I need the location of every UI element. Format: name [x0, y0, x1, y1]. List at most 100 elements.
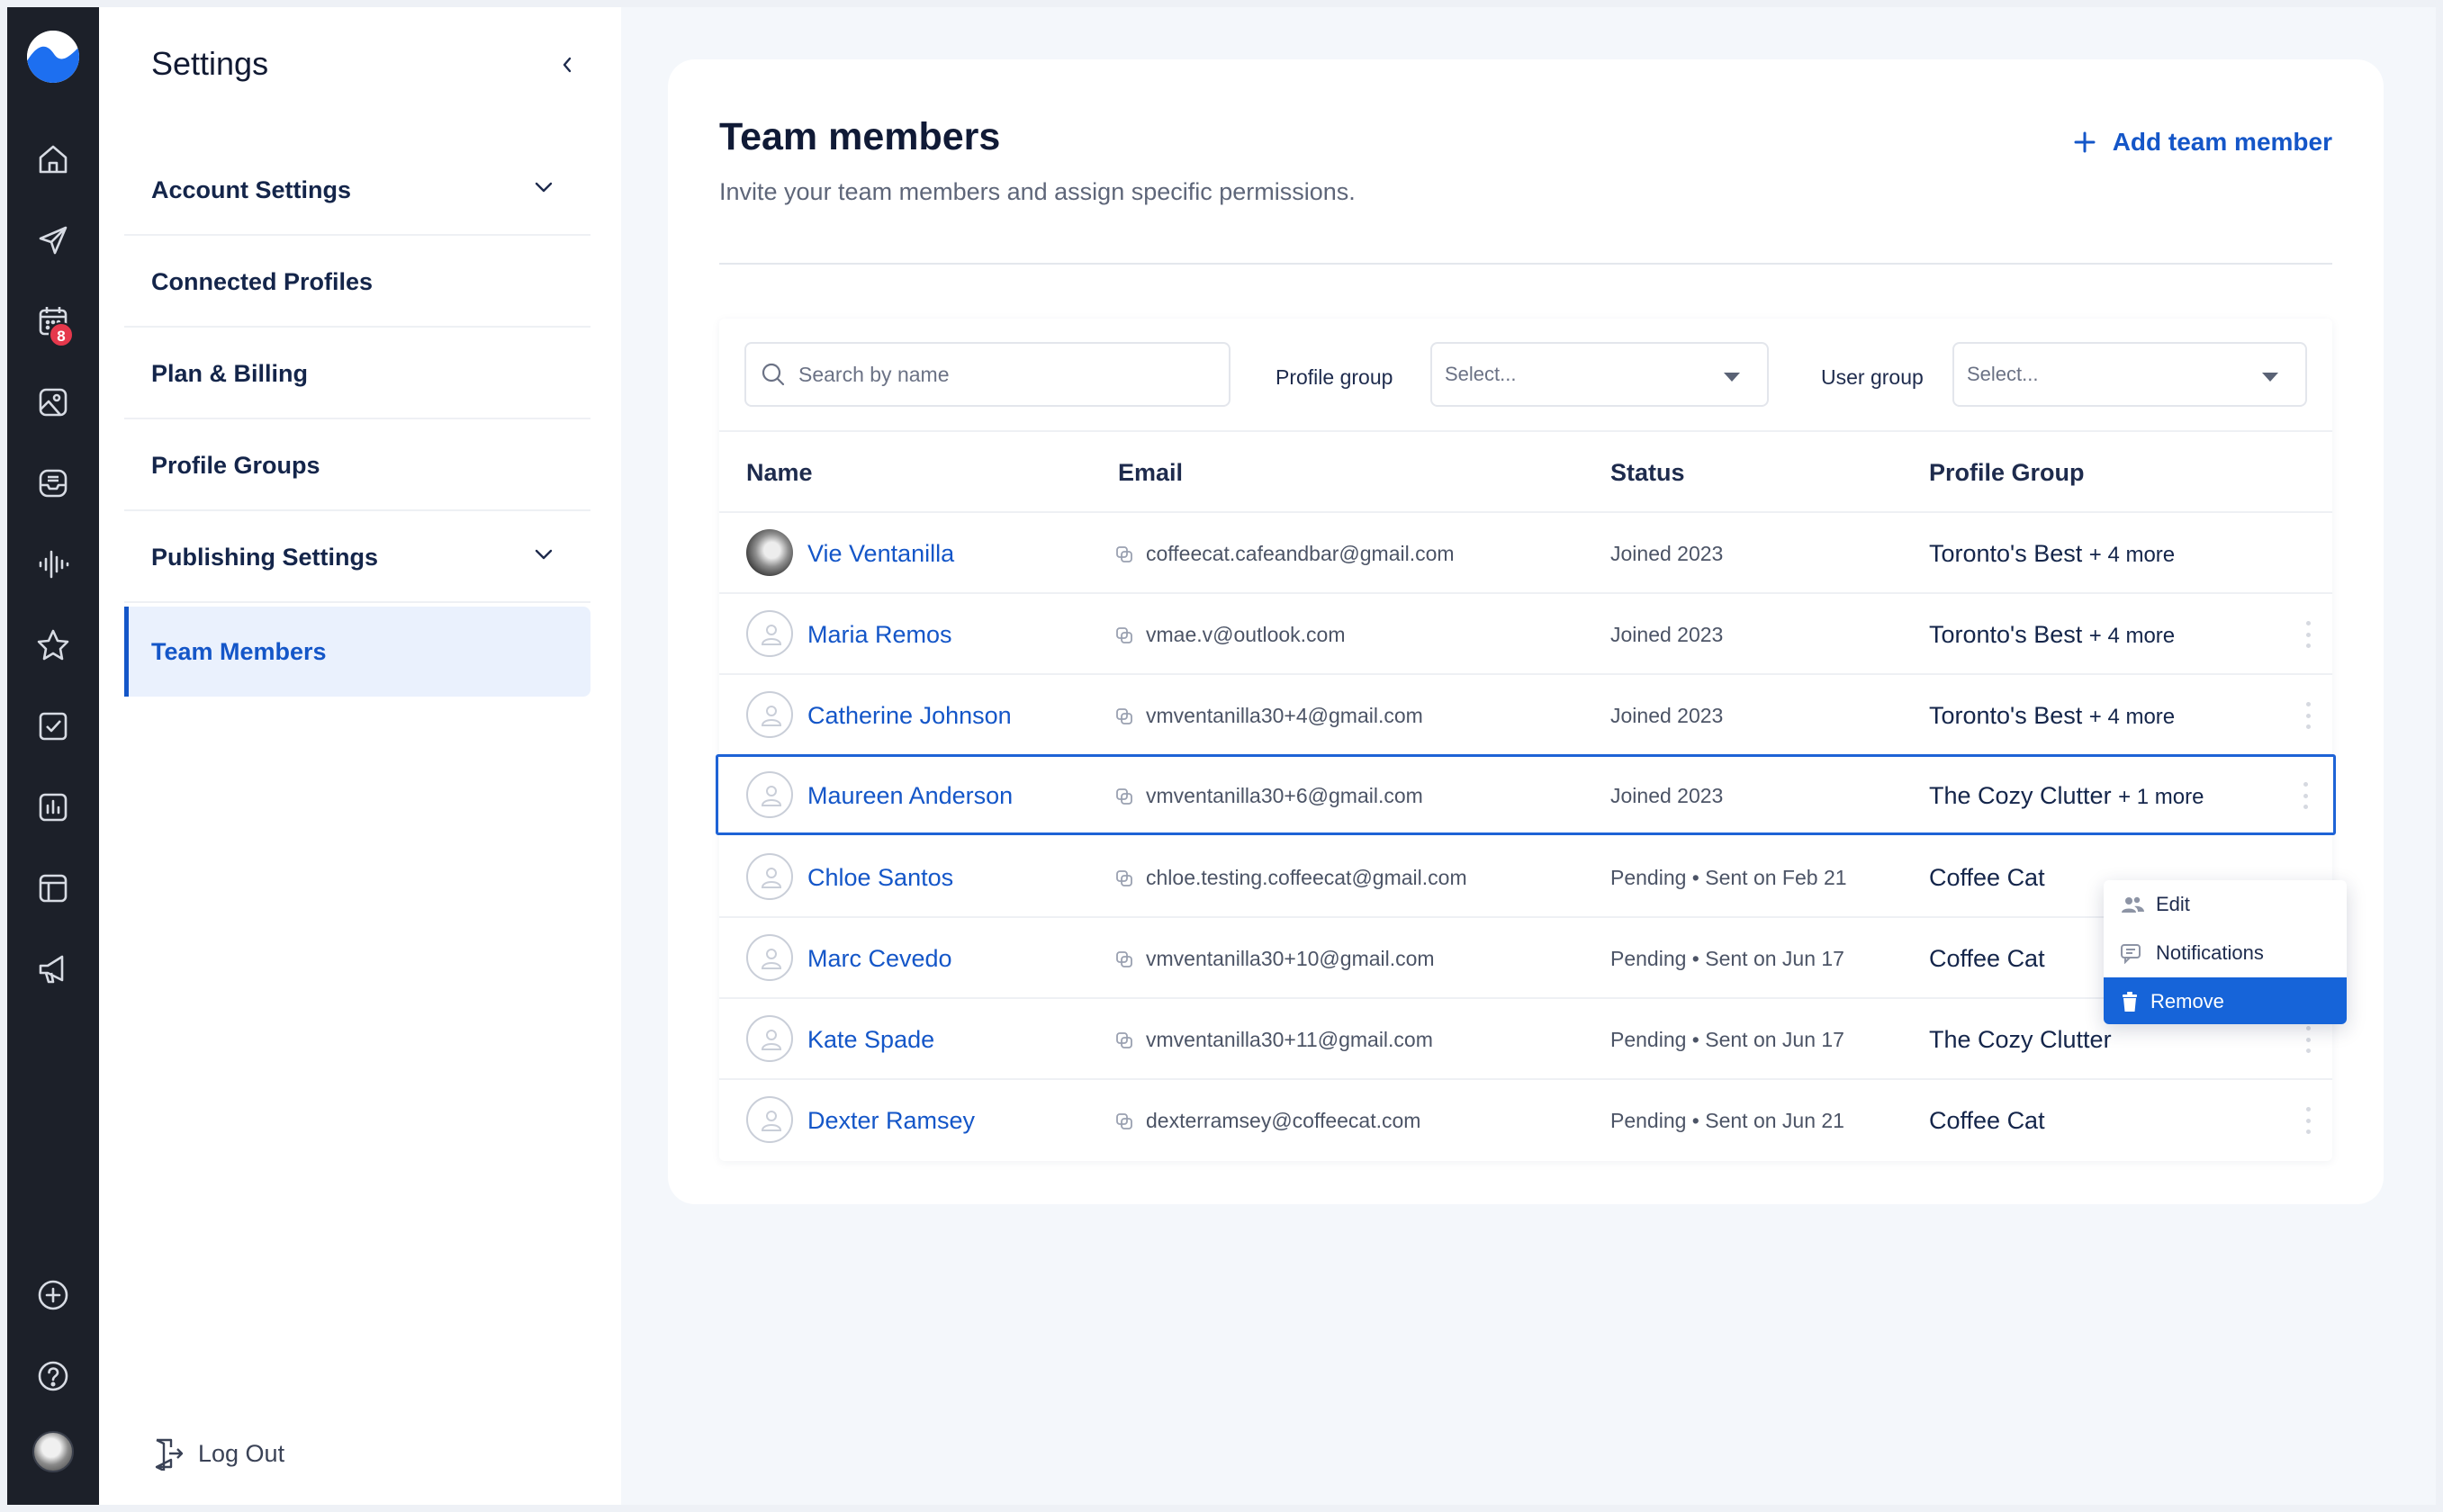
- logout-icon: [155, 1438, 184, 1471]
- member-profile-group: Coffee Cat: [1929, 864, 2045, 892]
- user-avatar[interactable]: [32, 1431, 74, 1472]
- table-row[interactable]: Dexter Ramsey dexterramsey@coffeecat.com…: [719, 1080, 2332, 1161]
- help-icon[interactable]: [29, 1352, 77, 1400]
- copy-icon[interactable]: [1115, 869, 1133, 887]
- more-groups[interactable]: + 4 more: [2089, 705, 2175, 729]
- search-box[interactable]: [744, 342, 1231, 407]
- member-name[interactable]: Catherine Johnson: [807, 702, 1012, 730]
- member-name[interactable]: Maria Remos: [807, 621, 952, 649]
- row-actions-menu: Edit Notifications Remove: [2104, 880, 2347, 1024]
- divider: [719, 263, 2332, 265]
- group-text: The Cozy Clutter: [1929, 1026, 2112, 1053]
- email-text: vmventanilla30+11@gmail.com: [1146, 1028, 1433, 1051]
- sidebar-item-connected-profiles[interactable]: Connected Profiles: [124, 238, 590, 328]
- media-icon[interactable]: [29, 378, 77, 427]
- page-title: Team members: [719, 115, 1001, 158]
- member-profile-group: Coffee Cat: [1929, 945, 2045, 973]
- user-group-label: User group: [1821, 365, 1924, 389]
- sidebar-item-label: Connected Profiles: [151, 267, 374, 295]
- member-name[interactable]: Vie Ventanilla: [807, 540, 954, 568]
- email-text: dexterramsey@coffeecat.com: [1146, 1109, 1421, 1132]
- copy-icon[interactable]: [1115, 626, 1133, 644]
- member-name[interactable]: Dexter Ramsey: [807, 1107, 975, 1135]
- menu-item-notifications[interactable]: Notifications: [2104, 929, 2347, 977]
- copy-icon[interactable]: [1115, 1112, 1133, 1130]
- inbox-icon[interactable]: [29, 459, 77, 508]
- row-menu-button[interactable]: [2302, 1107, 2314, 1134]
- sidebar-item-plan-billing[interactable]: Plan & Billing: [124, 329, 590, 419]
- member-name[interactable]: Maureen Anderson: [807, 782, 1013, 810]
- avatar: [746, 771, 793, 818]
- member-name[interactable]: Marc Cevedo: [807, 945, 952, 973]
- profile-group-select[interactable]: Select...: [1430, 342, 1769, 407]
- more-groups[interactable]: + 4 more: [2089, 624, 2175, 648]
- collapse-sidebar-button[interactable]: [551, 49, 583, 81]
- sidebar-title: Settings: [151, 45, 269, 82]
- row-menu-button[interactable]: [2302, 1026, 2314, 1053]
- table-row-selected[interactable]: Maureen Anderson vmventanilla30+6@gmail.…: [716, 754, 2336, 835]
- table-row[interactable]: Catherine Johnson vmventanilla30+4@gmail…: [719, 675, 2332, 756]
- user-group-value: Select...: [1967, 363, 2039, 385]
- menu-item-remove[interactable]: Remove: [2104, 977, 2347, 1024]
- tasks-icon[interactable]: [29, 702, 77, 751]
- row-menu-button[interactable]: [2302, 621, 2314, 648]
- layout-icon[interactable]: [29, 864, 77, 913]
- brand-logo[interactable]: [27, 31, 79, 83]
- caret-down-icon: [2262, 373, 2278, 382]
- table-row[interactable]: Chloe Santos chloe.testing.coffeecat@gma…: [719, 837, 2332, 918]
- more-groups[interactable]: + 1 more: [2118, 785, 2204, 809]
- sidebar-item-publishing-settings[interactable]: Publishing Settings: [124, 513, 590, 603]
- table-row[interactable]: Maria Remos vmae.v@outlook.com Joined 20…: [719, 594, 2332, 675]
- chevron-down-icon: [535, 549, 553, 560]
- analytics-icon[interactable]: [29, 783, 77, 832]
- row-menu-button[interactable]: [2299, 782, 2312, 809]
- more-groups[interactable]: + 4 more: [2089, 543, 2175, 567]
- copy-icon[interactable]: [1115, 1031, 1133, 1049]
- member-name[interactable]: Chloe Santos: [807, 864, 953, 892]
- avatar: [746, 1015, 793, 1062]
- member-email: vmventanilla30+4@gmail.com: [1115, 704, 1423, 728]
- sidebar-item-label: Publishing Settings: [151, 543, 379, 571]
- member-name[interactable]: Kate Spade: [807, 1026, 934, 1054]
- column-status[interactable]: Status: [1610, 459, 1685, 487]
- menu-item-label: Remove: [2150, 990, 2224, 1012]
- copy-icon[interactable]: [1115, 950, 1133, 968]
- sidebar-item-profile-groups[interactable]: Profile Groups: [124, 421, 590, 511]
- column-profile-group[interactable]: Profile Group: [1929, 459, 2085, 487]
- user-placeholder-icon: [761, 868, 782, 888]
- member-email: vmventanilla30+6@gmail.com: [1115, 784, 1423, 808]
- calendar-icon[interactable]: 8: [29, 297, 77, 347]
- copy-icon[interactable]: [1115, 545, 1133, 563]
- add-team-member-button[interactable]: Add team member: [2073, 128, 2332, 157]
- page-subtitle: Invite your team members and assign spec…: [719, 178, 1356, 205]
- table-row[interactable]: Vie Ventanilla coffeecat.cafeandbar@gmai…: [719, 513, 2332, 594]
- listening-icon[interactable]: [29, 540, 77, 589]
- email-text: vmae.v@outlook.com: [1146, 623, 1346, 646]
- table-row[interactable]: Kate Spade vmventanilla30+11@gmail.com P…: [719, 999, 2332, 1080]
- megaphone-icon[interactable]: [29, 945, 77, 994]
- row-menu-button[interactable]: [2302, 702, 2314, 729]
- avatar: [746, 529, 793, 576]
- user-placeholder-icon: [761, 949, 782, 969]
- menu-item-edit[interactable]: Edit: [2104, 880, 2347, 929]
- sidebar-item-account-settings[interactable]: Account Settings: [124, 146, 590, 236]
- logout-button[interactable]: Log Out: [151, 1436, 284, 1471]
- member-email: coffeecat.cafeandbar@gmail.com: [1115, 542, 1455, 566]
- search-input[interactable]: [798, 362, 1212, 387]
- user-group-select[interactable]: Select...: [1952, 342, 2307, 407]
- home-icon[interactable]: [29, 135, 77, 184]
- send-icon[interactable]: [29, 216, 77, 265]
- copy-icon[interactable]: [1115, 788, 1133, 806]
- user-placeholder-icon: [761, 1030, 782, 1050]
- copy-icon[interactable]: [1115, 707, 1133, 725]
- chat-icon: [2121, 944, 2141, 964]
- group-text: Coffee Cat: [1929, 945, 2045, 972]
- add-icon[interactable]: [29, 1271, 77, 1319]
- table-header: Name Email Status Profile Group: [719, 432, 2332, 513]
- star-icon[interactable]: [29, 621, 77, 670]
- users-icon: [2122, 896, 2144, 913]
- column-name[interactable]: Name: [746, 459, 813, 487]
- column-email[interactable]: Email: [1118, 459, 1183, 487]
- sidebar-item-team-members[interactable]: Team Members: [124, 607, 590, 697]
- table-row[interactable]: Marc Cevedo vmventanilla30+10@gmail.com …: [719, 918, 2332, 999]
